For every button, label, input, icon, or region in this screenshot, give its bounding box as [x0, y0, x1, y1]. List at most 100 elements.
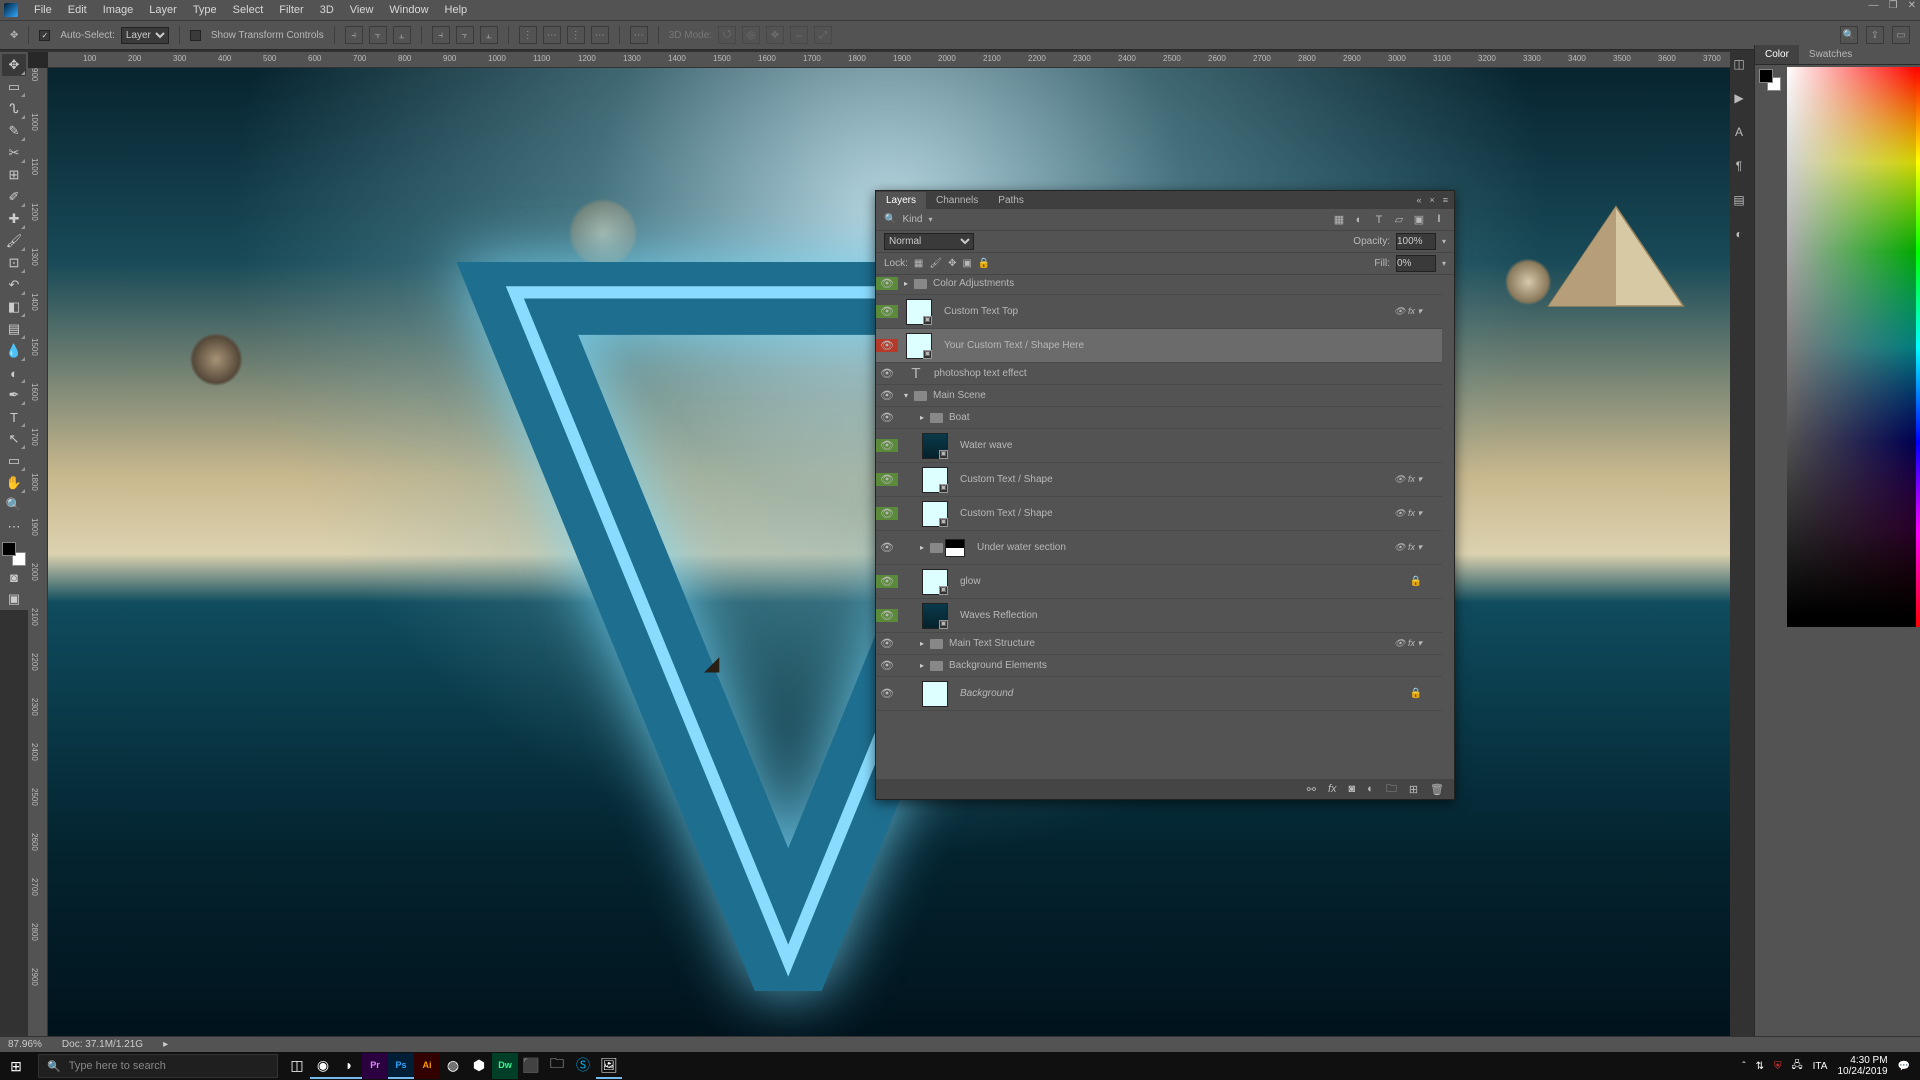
align-right-icon[interactable]: ⫠ — [393, 26, 411, 44]
ruler-vertical[interactable]: 9001000110012001300140015001600170018001… — [28, 68, 48, 1040]
shape-tool[interactable]: ▭ — [2, 450, 26, 472]
layer-thumbnail[interactable]: ▣ — [906, 333, 932, 359]
visibility-icon[interactable]: 👁 — [880, 507, 894, 520]
libraries-panel-icon[interactable]: ▤ — [1730, 191, 1748, 209]
photoshop-icon[interactable]: Ps — [388, 1053, 414, 1079]
layer-row[interactable]: 👁▣Waves Reflection — [876, 599, 1442, 633]
tray-network-icon[interactable]: 🖧 — [1792, 1058, 1803, 1075]
character-panel-icon[interactable]: A — [1730, 123, 1748, 141]
tray-lang[interactable]: ITA — [1813, 1061, 1828, 1072]
visibility-icon[interactable]: 👁 — [880, 659, 894, 672]
workspace-icon[interactable]: ▭ — [1892, 26, 1910, 44]
eyedropper-tool[interactable]: ✐ — [2, 186, 26, 208]
visibility-icon[interactable]: 👁 — [880, 473, 894, 486]
tray-sync-icon[interactable]: ⇅ — [1756, 1061, 1764, 1072]
twisty-icon[interactable]: ▸ — [904, 279, 914, 288]
pen-tool[interactable]: ✒ — [2, 384, 26, 406]
tray-notifications-icon[interactable]: 💬 — [1898, 1061, 1910, 1072]
layer-thumbnail[interactable] — [922, 681, 948, 707]
twisty-icon[interactable]: ▸ — [920, 543, 930, 552]
twisty-icon[interactable]: ▸ — [920, 639, 930, 648]
twisty-icon[interactable]: ▾ — [904, 391, 914, 400]
visibility-icon[interactable]: 👁 — [880, 305, 894, 318]
color-tab[interactable]: Color — [1755, 45, 1799, 64]
adjustment-layer-icon[interactable]: ◐ — [1367, 783, 1374, 795]
gradient-tool[interactable]: ▤ — [2, 318, 26, 340]
app-icon-1[interactable]: ◍ — [440, 1053, 466, 1079]
app-icon-3[interactable]: ⬛ — [518, 1053, 544, 1079]
visibility-icon[interactable]: 👁 — [880, 367, 894, 380]
visibility-icon[interactable]: 👁 — [880, 637, 894, 650]
visibility-icon[interactable]: 👁 — [880, 411, 894, 424]
actions-panel-icon[interactable]: ▶ — [1730, 89, 1748, 107]
layer-thumbnail[interactable]: ▣ — [922, 569, 948, 595]
lasso-tool[interactable]: ᔐ — [2, 98, 26, 120]
layer-row[interactable]: 👁▸Background Elements — [876, 655, 1442, 677]
filter-toggle[interactable]: ⏽ — [1432, 213, 1446, 226]
steam-icon[interactable]: ◗ — [336, 1053, 362, 1079]
distribute-3-icon[interactable]: ⋮ — [567, 26, 585, 44]
tray-clock[interactable]: 4:30 PM 10/24/2019 — [1837, 1055, 1887, 1077]
visibility-icon[interactable]: 👁 — [880, 575, 894, 588]
zoom-value[interactable]: 87.96% — [8, 1039, 42, 1050]
layers-tab[interactable]: Layers — [876, 192, 926, 209]
lock-artboard-icon[interactable]: ▣ — [962, 258, 971, 269]
layer-row[interactable]: 👁Background🔒 — [876, 677, 1442, 711]
lock-position-icon[interactable]: ✥ — [948, 258, 956, 269]
start-button[interactable]: ⊞ — [0, 1058, 32, 1075]
illustrator-icon[interactable]: Ai — [414, 1053, 440, 1079]
menu-filter[interactable]: Filter — [271, 2, 311, 18]
delete-layer-icon[interactable]: 🗑 — [1430, 783, 1444, 796]
layer-row[interactable]: 👁▣glow🔒 — [876, 565, 1442, 599]
layer-name[interactable]: Waves Reflection — [954, 610, 1037, 621]
distribute-4-icon[interactable]: ⋯ — [591, 26, 609, 44]
menu-file[interactable]: File — [26, 2, 60, 18]
paths-tab[interactable]: Paths — [988, 192, 1034, 209]
app-icon-2[interactable]: ⬢ — [466, 1053, 492, 1079]
window-minimize-icon[interactable]: — — [1869, 0, 1879, 11]
color-spectrum[interactable] — [1787, 67, 1916, 627]
align-center-v-icon[interactable]: ⫟ — [456, 26, 474, 44]
channels-tab[interactable]: Channels — [926, 192, 988, 209]
explorer-icon[interactable]: 🗀 — [544, 1053, 570, 1079]
align-center-h-icon[interactable]: ⫟ — [369, 26, 387, 44]
taskbar-search[interactable]: 🔍 Type here to search — [38, 1054, 278, 1078]
visibility-icon[interactable]: 👁 — [880, 389, 894, 402]
layer-name[interactable]: Color Adjustments — [927, 278, 1014, 289]
premiere-icon[interactable]: Pr — [362, 1053, 388, 1079]
new-group-icon[interactable]: 🗀 — [1386, 780, 1397, 799]
layer-name[interactable]: Main Text Structure — [943, 638, 1035, 649]
search-icon[interactable]: 🔍 — [1840, 26, 1858, 44]
more-align-icon[interactable]: ⋯ — [630, 26, 648, 44]
layer-mask-thumb[interactable] — [945, 539, 965, 557]
layer-fx-indicator[interactable]: 👁 fx ▾ — [1394, 542, 1422, 553]
layer-fx-icon[interactable]: fx — [1328, 783, 1337, 795]
crop-tool[interactable]: ✂ — [2, 142, 26, 164]
layer-mask-icon[interactable]: ◙ — [1349, 783, 1356, 795]
layer-fx-indicator[interactable]: 👁 fx ▾ — [1394, 306, 1422, 317]
opacity-input[interactable] — [1396, 233, 1436, 250]
twisty-icon[interactable]: ▸ — [920, 661, 930, 670]
menu-type[interactable]: Type — [185, 2, 225, 18]
adjustments-panel-icon[interactable]: ◐ — [1730, 225, 1748, 243]
hue-strip[interactable] — [1916, 67, 1920, 627]
type-tool[interactable]: T — [2, 406, 26, 428]
filter-smart-icon[interactable]: ▣ — [1412, 213, 1426, 226]
panel-close-icon[interactable]: × — [1429, 195, 1434, 205]
menu-3d[interactable]: 3D — [312, 2, 342, 18]
layer-row[interactable]: 👁▣Custom Text / Shape👁 fx ▾ — [876, 463, 1442, 497]
lock-pixels-icon[interactable]: 🖌 — [929, 258, 942, 269]
layer-row[interactable]: 👁▣Water wave — [876, 429, 1442, 463]
lock-all-icon[interactable]: 🔒 — [978, 258, 990, 269]
new-layer-icon[interactable]: ⊞ — [1409, 783, 1418, 796]
visibility-icon[interactable]: 👁 — [880, 339, 894, 352]
menu-layer[interactable]: Layer — [141, 2, 185, 18]
chrome-icon[interactable]: ◉ — [310, 1053, 336, 1079]
dodge-tool[interactable]: ◐ — [2, 362, 26, 384]
move-tool[interactable]: ✥ — [2, 54, 26, 76]
hand-tool[interactable]: ✋ — [2, 472, 26, 494]
visibility-icon[interactable]: 👁 — [880, 439, 894, 452]
layer-thumbnail[interactable]: ▣ — [922, 501, 948, 527]
distribute-h-icon[interactable]: ⋮ — [519, 26, 537, 44]
layer-name[interactable]: photoshop text effect — [928, 368, 1027, 379]
